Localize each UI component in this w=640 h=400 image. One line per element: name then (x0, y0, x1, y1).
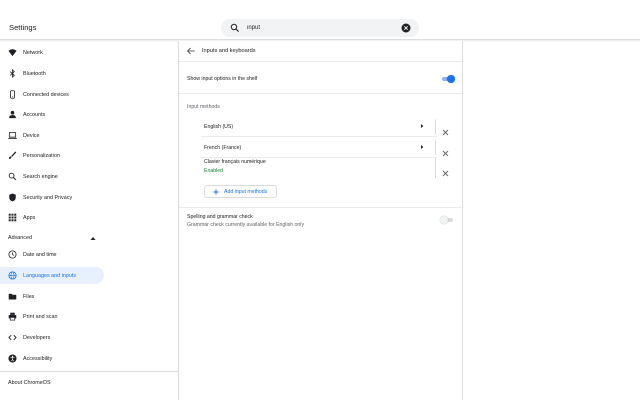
sidebar-item-personalization[interactable]: Personalization (0, 147, 104, 164)
remove-input-method-icon[interactable] (442, 123, 449, 136)
sidebar-item-label: Developers (23, 334, 51, 341)
person-icon (8, 110, 17, 119)
back-arrow-icon[interactable] (186, 46, 196, 56)
sidebar-item-label: Files (23, 293, 35, 300)
shield-icon (8, 193, 17, 202)
sidebar-item-search-engine[interactable]: Search engine (0, 168, 104, 185)
sidebar-item-label: Languages and inputs (23, 272, 77, 279)
printer-icon (8, 312, 17, 321)
remove-input-method-icon[interactable] (442, 164, 449, 177)
title-divider (179, 61, 464, 62)
sidebar-item-label: Search engine (23, 173, 58, 180)
caret-up-icon (90, 237, 96, 240)
advanced-toggle[interactable]: Advanced (0, 230, 104, 247)
row-separator (435, 158, 436, 178)
sidebar-item-label: Apps (23, 214, 36, 221)
toggle-knob (440, 216, 448, 224)
app-title: Settings (9, 23, 37, 32)
add-input-methods-label: Add input methods (224, 189, 268, 195)
toggle-knob (447, 75, 455, 83)
show-shelf-toggle[interactable] (441, 75, 455, 83)
chevron-right-icon[interactable] (419, 123, 425, 129)
sidebar-item-label: Connected devices (23, 91, 69, 98)
inputs-keyboards-card: Inputs and keyboards Show input options … (178, 41, 464, 400)
show-shelf-label: Show input options in the shelf (187, 76, 258, 82)
sidebar-item-label: Accounts (23, 111, 46, 118)
sidebar-divider (0, 371, 178, 372)
wifi-icon (8, 48, 17, 57)
bluetooth-icon (8, 69, 17, 78)
advanced-label: Advanced (8, 235, 32, 241)
page-title: Inputs and keyboards (202, 48, 256, 54)
search-input[interactable] (247, 22, 397, 34)
input-method-name: Clavier français numérique (204, 159, 266, 165)
input-method-status: Enabled (204, 168, 224, 174)
about-chromeos-link[interactable]: About ChromeOS (8, 380, 51, 386)
add-input-methods-button[interactable]: Add input methods (204, 185, 277, 198)
sidebar-item-files[interactable]: Files (0, 288, 104, 305)
input-method-name: French (France) (204, 145, 242, 151)
sidebar-item-label: Security and Privacy (23, 194, 73, 201)
brush-icon (8, 151, 17, 160)
sidebar-item-bluetooth[interactable]: Bluetooth (0, 65, 104, 82)
settings-header: Settings (0, 0, 640, 40)
code-icon (8, 333, 17, 342)
sidebar-item-security[interactable]: Security and Privacy (0, 189, 104, 206)
folder-icon (8, 292, 17, 301)
remove-input-method-icon[interactable] (442, 144, 449, 157)
sidebar-item-device[interactable]: Device (0, 127, 104, 144)
input-method-name: English (US) (204, 124, 234, 130)
input-methods-heading: Input methods (187, 104, 220, 110)
spelling-sublabel: Grammar check currently available for En… (187, 222, 305, 228)
sidebar-item-label: Accessibility (23, 355, 53, 362)
section-divider (179, 207, 464, 208)
sidebar-item-print-scan[interactable]: Print and scan (0, 308, 104, 325)
sidebar-item-date-time[interactable]: Date and time (0, 246, 104, 263)
globe-icon (8, 271, 17, 280)
sidebar-item-label: Print and scan (23, 313, 58, 320)
sidebar-item-network[interactable]: Network (0, 44, 104, 61)
grid-icon (8, 213, 17, 222)
accessibility-icon (8, 354, 17, 363)
sidebar-item-connected-devices[interactable]: Connected devices (0, 86, 104, 103)
sidebar-item-label: Date and time (23, 251, 57, 258)
clear-search-icon[interactable] (401, 23, 411, 33)
sidebar-item-developers[interactable]: Developers (0, 329, 104, 346)
chevron-right-icon[interactable] (419, 144, 425, 150)
spelling-label: Spelling and grammar check (187, 214, 253, 220)
phone-icon (8, 90, 17, 99)
sidebar-item-label: Bluetooth (23, 70, 46, 77)
row-separator (435, 119, 436, 134)
sidebar-item-languages[interactable]: Languages and inputs (0, 267, 104, 284)
section-divider (179, 93, 464, 94)
input-method-row[interactable]: English (US) (201, 116, 437, 137)
settings-sidebar: Network Bluetooth Connected devices Acco… (0, 41, 178, 400)
laptop-icon (8, 131, 17, 140)
search-icon (8, 172, 17, 181)
sidebar-item-label: Device (23, 132, 40, 139)
search-icon (230, 23, 239, 32)
clock-icon (8, 250, 17, 259)
search-box[interactable] (221, 19, 419, 37)
plus-icon (213, 189, 219, 195)
sidebar-item-accounts[interactable]: Accounts (0, 106, 104, 123)
sidebar-item-label: Personalization (23, 152, 60, 159)
sidebar-item-label: Network (23, 49, 43, 56)
spelling-toggle[interactable] (440, 216, 454, 224)
sidebar-item-apps[interactable]: Apps (0, 209, 104, 226)
input-method-row[interactable]: Clavier français numérique Enabled (201, 152, 437, 180)
sidebar-item-accessibility[interactable]: Accessibility (0, 350, 104, 367)
